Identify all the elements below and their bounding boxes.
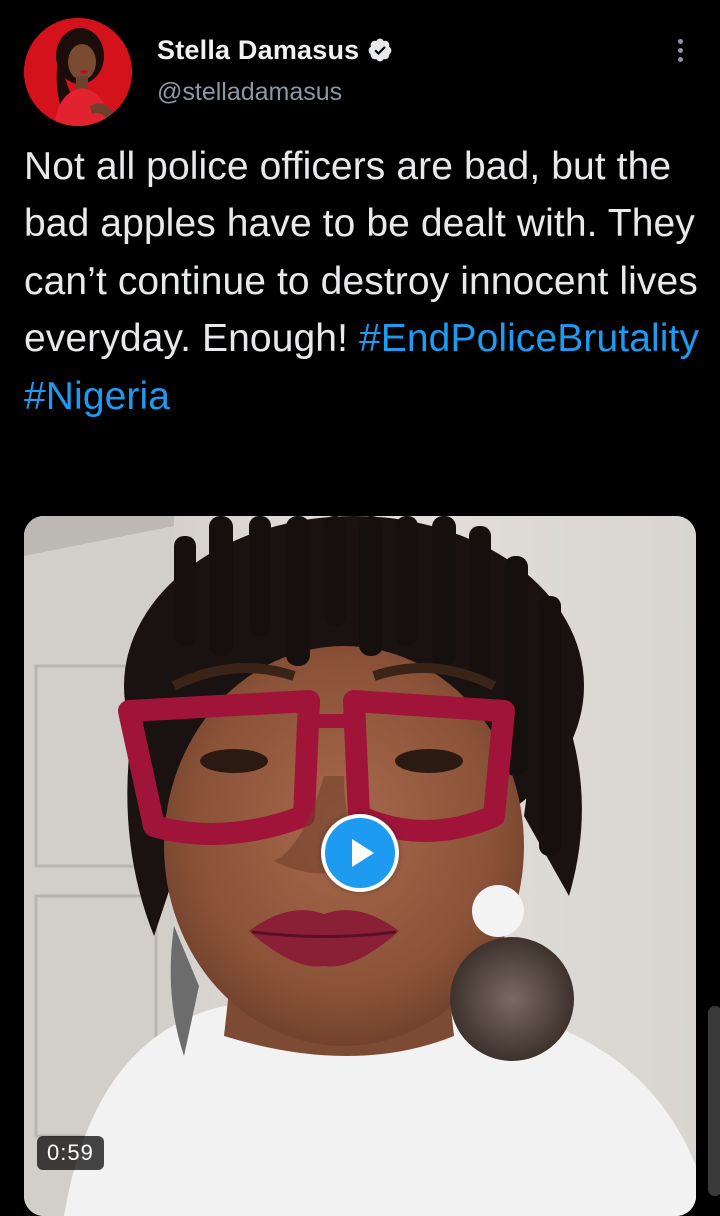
scroll-handle[interactable] bbox=[708, 1006, 720, 1196]
tweet-text: Not all police officers are bad, but the… bbox=[24, 138, 700, 425]
more-dot bbox=[677, 56, 683, 62]
play-button[interactable] bbox=[321, 814, 399, 892]
tweet[interactable]: Stella Damasus @stelladamasus Not all po… bbox=[0, 0, 720, 1216]
more-vertical-icon[interactable] bbox=[664, 34, 696, 66]
hashtag-link[interactable]: #Nigeria bbox=[24, 375, 170, 418]
more-dot bbox=[677, 47, 683, 53]
author-display-name[interactable]: Stella Damasus bbox=[157, 35, 359, 66]
author-handle[interactable]: @stelladamasus bbox=[157, 78, 342, 107]
video-duration-badge: 0:59 bbox=[37, 1136, 104, 1170]
more-dot bbox=[677, 38, 683, 44]
avatar[interactable] bbox=[24, 18, 132, 126]
verified-badge-icon bbox=[367, 37, 393, 63]
play-icon bbox=[352, 839, 374, 867]
avatar-image bbox=[24, 18, 132, 126]
hashtag-link[interactable]: #EndPoliceBrutality bbox=[359, 317, 699, 360]
author-name-row[interactable]: Stella Damasus bbox=[157, 30, 393, 70]
